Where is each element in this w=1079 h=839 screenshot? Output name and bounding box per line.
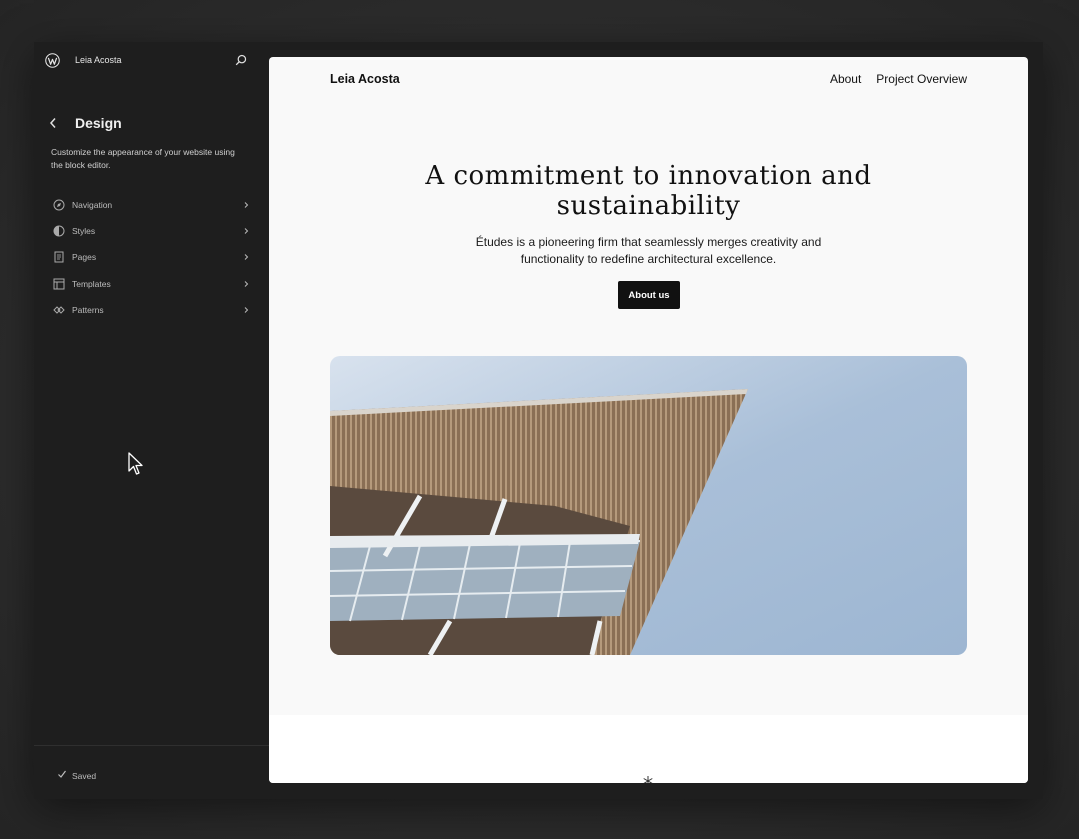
sidebar-item-label: Patterns <box>72 304 104 315</box>
sidebar-item-label: Styles <box>72 226 96 237</box>
next-section <box>269 715 1028 783</box>
preview-site-title[interactable]: Leia Acosta <box>330 72 400 86</box>
sidebar-header: Leia Acosta <box>34 42 269 82</box>
about-us-button[interactable]: About us <box>618 281 680 309</box>
save-status-bar: Saved <box>34 745 269 799</box>
chevron-right-icon <box>244 228 249 235</box>
styles-icon <box>53 225 65 237</box>
design-menu: Navigation Styles Pages Templates Patter… <box>47 192 250 323</box>
chevron-right-icon <box>244 280 249 287</box>
nav-link-about[interactable]: About <box>830 72 861 86</box>
sidebar-item-styles[interactable]: Styles <box>47 218 250 244</box>
building-photo <box>330 356 967 655</box>
site-preview[interactable]: Leia Acosta About Project Overview A com… <box>269 57 1028 783</box>
chevron-right-icon <box>244 202 249 208</box>
design-sidebar: Leia Acosta Design Customize the appeara… <box>34 42 269 799</box>
back-arrow-icon[interactable] <box>48 117 58 129</box>
asterisk-icon <box>643 776 653 783</box>
panel-description: Customize the appearance of your website… <box>51 147 235 170</box>
panel-title: Design <box>75 115 122 131</box>
hero-heading: A commitment to innovation and sustainab… <box>425 161 872 221</box>
nav-link-project-overview[interactable]: Project Overview <box>876 72 967 86</box>
save-status-label: Saved <box>72 771 97 781</box>
navigation-icon <box>53 199 65 211</box>
mouse-pointer-icon <box>128 452 143 475</box>
sidebar-item-label: Pages <box>72 252 97 263</box>
wordpress-logo-icon[interactable] <box>45 53 60 68</box>
site-name[interactable]: Leia Acosta <box>75 55 122 65</box>
sidebar-item-navigation[interactable]: Navigation <box>47 192 250 218</box>
preview-navigation: About Project Overview <box>830 72 967 86</box>
sidebar-item-templates[interactable]: Templates <box>47 271 250 297</box>
sidebar-item-patterns[interactable]: Patterns <box>47 297 250 323</box>
hero-image <box>330 356 967 655</box>
check-icon <box>58 770 66 778</box>
chevron-right-icon <box>244 306 249 313</box>
hero-text: Études is a pioneering firm that seamles… <box>475 235 822 266</box>
site-editor: Leia Acosta Design Customize the appeara… <box>34 42 1043 799</box>
patterns-icon <box>53 306 65 314</box>
pages-icon <box>54 251 64 263</box>
sidebar-item-pages[interactable]: Pages <box>47 244 250 270</box>
sidebar-item-label: Templates <box>72 278 111 289</box>
search-icon[interactable] <box>234 53 248 67</box>
templates-icon <box>53 278 65 290</box>
sidebar-item-label: Navigation <box>72 200 113 211</box>
chevron-right-icon <box>244 254 249 261</box>
